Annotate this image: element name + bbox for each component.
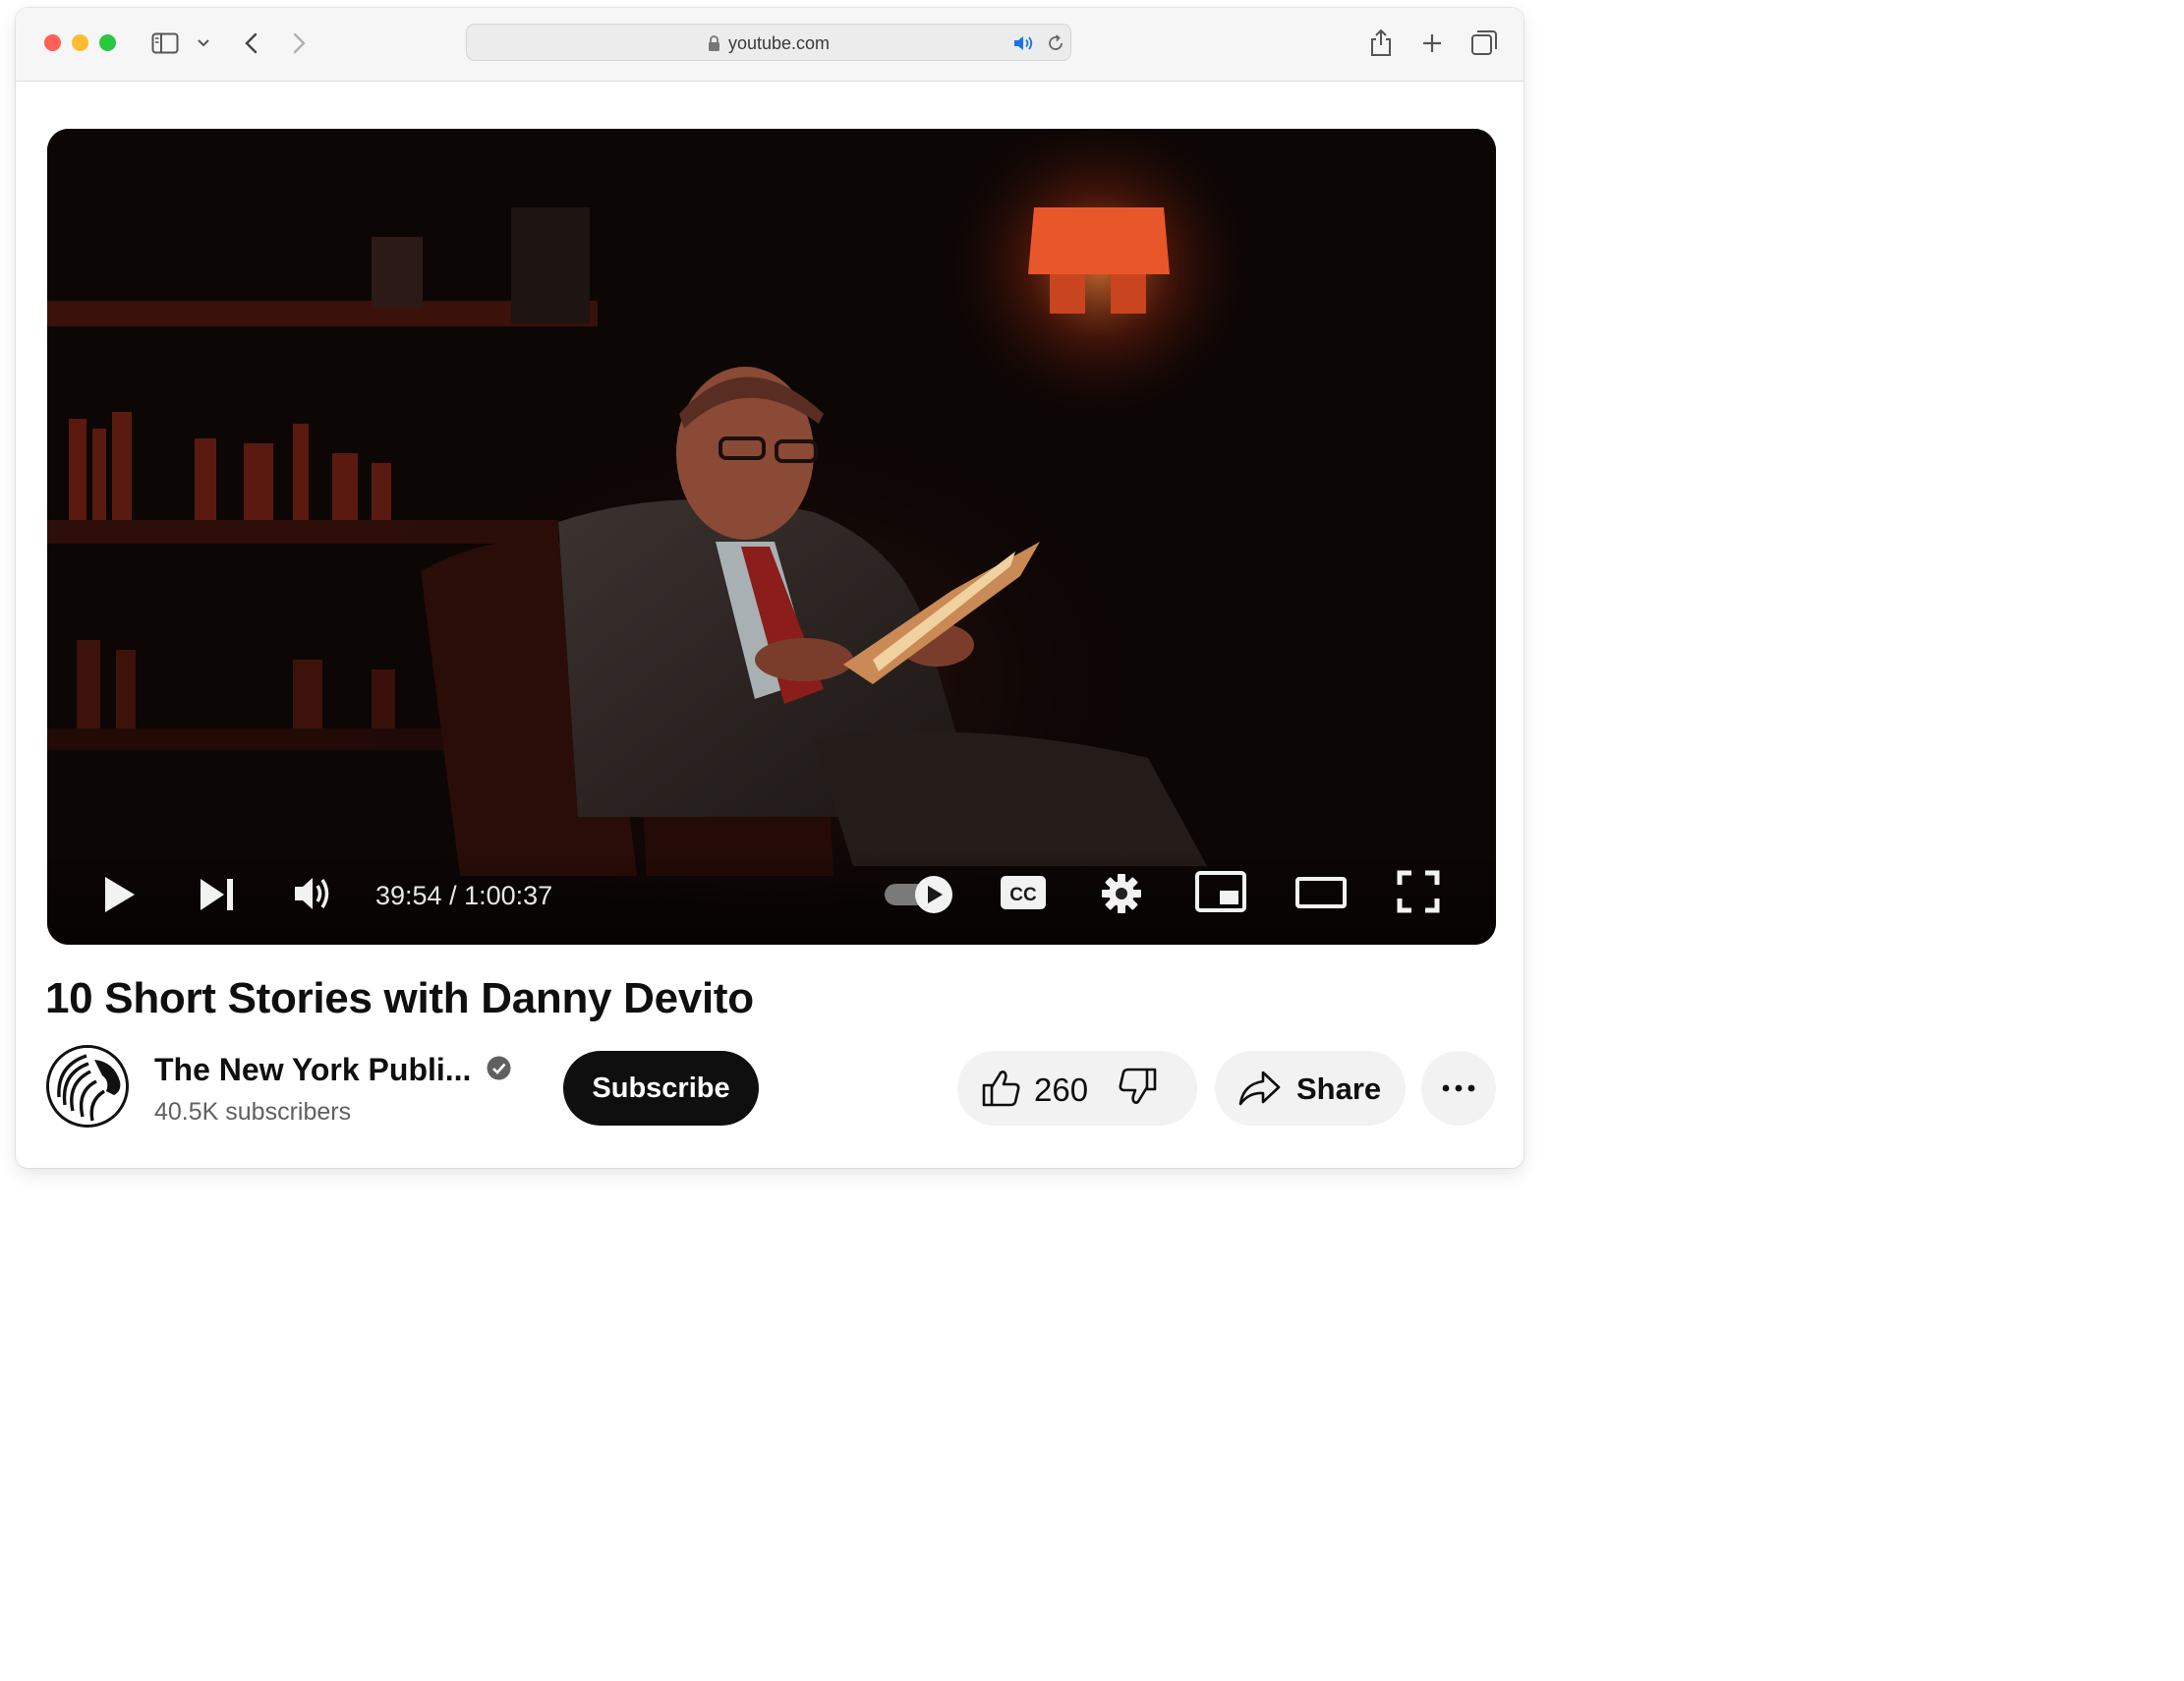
- share-page-icon[interactable]: [1368, 26, 1394, 59]
- video-frame-image: [47, 129, 1496, 945]
- browser-window: youtube.com 39:54 / 1:00:37 CC 10 Short …: [16, 8, 1523, 1168]
- settings-gear-icon[interactable]: [1099, 871, 1144, 916]
- back-button[interactable]: [238, 29, 263, 57]
- browser-toolbar: youtube.com: [16, 8, 1523, 82]
- verified-badge-icon: [487, 1056, 511, 1080]
- forward-button[interactable]: [287, 29, 313, 57]
- subscriber-count: 40.5K subscribers: [154, 1098, 352, 1126]
- dislike-button[interactable]: [1115, 1064, 1160, 1109]
- reload-icon[interactable]: [1046, 33, 1065, 58]
- share-arrow-icon: [1236, 1066, 1282, 1111]
- sidebar-toggle-icon[interactable]: [149, 29, 181, 57]
- url-label: youtube.com: [727, 33, 831, 53]
- theater-mode-button[interactable]: [1293, 873, 1349, 912]
- captions-label: CC: [1009, 885, 1037, 905]
- play-button[interactable]: [100, 873, 140, 916]
- more-actions-button[interactable]: [1421, 1051, 1496, 1126]
- channel-name[interactable]: The New York Publi...: [154, 1052, 471, 1088]
- captions-button[interactable]: CC: [999, 873, 1048, 912]
- share-label: Share: [1296, 1072, 1382, 1106]
- fullscreen-button[interactable]: [1396, 869, 1441, 914]
- video-player[interactable]: [47, 129, 1496, 945]
- subscribe-button[interactable]: Subscribe: [563, 1051, 759, 1126]
- url-text: youtube.com: [467, 33, 1070, 57]
- address-bar[interactable]: youtube.com: [466, 24, 1071, 61]
- chevron-down-icon[interactable]: [195, 33, 212, 53]
- more-horizontal-icon: [1442, 1084, 1475, 1092]
- tab-overview-icon[interactable]: [1469, 28, 1499, 57]
- time-display: 39:54 / 1:00:37: [375, 881, 553, 910]
- next-video-button[interactable]: [197, 873, 238, 916]
- thumbs-down-icon: [1119, 1068, 1157, 1104]
- like-button[interactable]: [979, 1066, 1024, 1111]
- like-count: 260: [1034, 1072, 1089, 1108]
- minimize-window-button[interactable]: [72, 34, 88, 51]
- autoplay-toggle[interactable]: [883, 871, 957, 916]
- lock-icon: [708, 35, 720, 57]
- lion-logo-icon: [49, 1048, 126, 1125]
- player-controls: [47, 850, 1496, 945]
- close-window-button[interactable]: [44, 34, 61, 51]
- zoom-window-button[interactable]: [99, 34, 116, 51]
- volume-button[interactable]: [291, 871, 336, 916]
- speaker-audio-icon[interactable]: [1013, 34, 1037, 57]
- new-tab-icon[interactable]: [1419, 29, 1445, 57]
- thumbs-up-icon: [982, 1071, 1020, 1107]
- video-title: 10 Short Stories with Danny Devito: [45, 974, 754, 1022]
- miniplayer-button[interactable]: [1193, 869, 1248, 914]
- channel-avatar[interactable]: [46, 1045, 129, 1128]
